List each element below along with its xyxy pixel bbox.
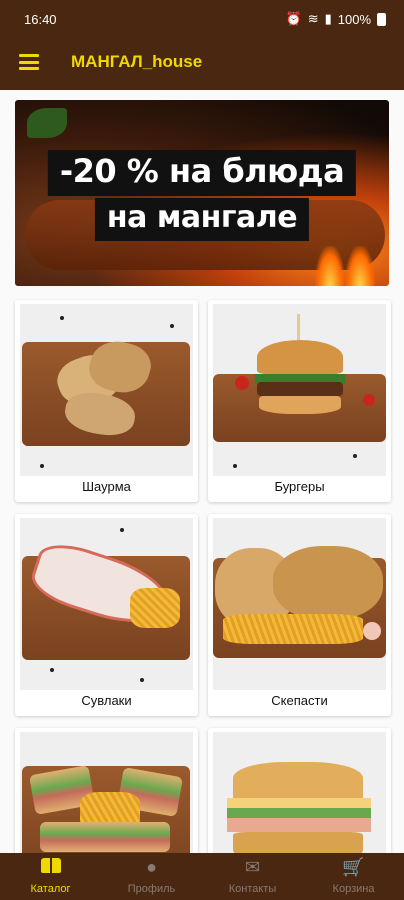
- flame-decoration: [345, 246, 375, 286]
- app-bar: МАНГАЛ_house: [0, 38, 404, 90]
- status-bar: 16:40 ⏰ ≋ ▮ 100%: [0, 0, 404, 38]
- category-card-skepasti[interactable]: Скепасти: [208, 514, 391, 716]
- category-card-6[interactable]: [208, 728, 391, 853]
- nav-label: Контакты: [228, 883, 277, 895]
- nav-profile[interactable]: ● Профиль: [101, 853, 202, 900]
- promo-line-1: -20 % на блюда: [47, 150, 357, 196]
- nav-cart[interactable]: 🛒 Корзина: [303, 853, 404, 900]
- promo-banner[interactable]: -20 % на блюда на мангале: [15, 100, 389, 286]
- bottom-navigation: Каталог ● Профиль ✉ Контакты 🛒 Корзина: [0, 853, 404, 900]
- souvlaki-photo: [20, 518, 193, 690]
- book-icon: [40, 858, 61, 874]
- toast-sandwich-photo: [213, 732, 386, 853]
- skepasti-photo: [213, 518, 386, 690]
- category-card-shawarma[interactable]: Шаурма: [15, 300, 198, 502]
- category-card-5[interactable]: [15, 728, 198, 853]
- flame-decoration: [315, 246, 345, 286]
- herb-decoration: [27, 108, 67, 138]
- category-card-burgers[interactable]: Бургеры: [208, 300, 391, 502]
- nav-label: Корзина: [332, 883, 375, 895]
- status-time: 16:40: [24, 12, 57, 27]
- category-label: Шаурма: [82, 479, 131, 494]
- category-label: Скепасти: [271, 693, 328, 708]
- club-sandwich-photo: [20, 732, 193, 853]
- cart-icon: 🛒: [342, 857, 365, 877]
- category-card-souvlaki[interactable]: Сувлаки: [15, 514, 198, 716]
- wifi-icon: ≋: [307, 11, 319, 26]
- alarm-icon: ⏰: [285, 11, 302, 26]
- category-label: Сувлаки: [81, 693, 132, 708]
- nav-label: Профиль: [127, 883, 176, 895]
- nav-catalog[interactable]: Каталог: [0, 853, 101, 900]
- battery-percentage: 100%: [337, 11, 371, 27]
- status-icons: ⏰ ≋ ▮ 100%: [285, 11, 386, 27]
- catalog-content[interactable]: -20 % на блюда на мангале Шаурма Бургеры…: [0, 90, 404, 853]
- category-label: Бургеры: [274, 479, 325, 494]
- nav-label: Каталог: [30, 883, 71, 895]
- app-title: МАНГАЛ_house: [71, 52, 203, 71]
- battery-icon: [377, 12, 386, 26]
- promo-line-2: на мангале: [94, 198, 310, 241]
- shawarma-photo: [20, 304, 193, 476]
- burger-photo: [213, 304, 386, 476]
- signal-icon: ▮: [324, 11, 332, 26]
- hamburger-menu-icon[interactable]: [19, 54, 39, 70]
- person-icon: ●: [146, 857, 157, 877]
- mail-icon: ✉: [244, 857, 261, 877]
- nav-contacts[interactable]: ✉ Контакты: [202, 853, 303, 900]
